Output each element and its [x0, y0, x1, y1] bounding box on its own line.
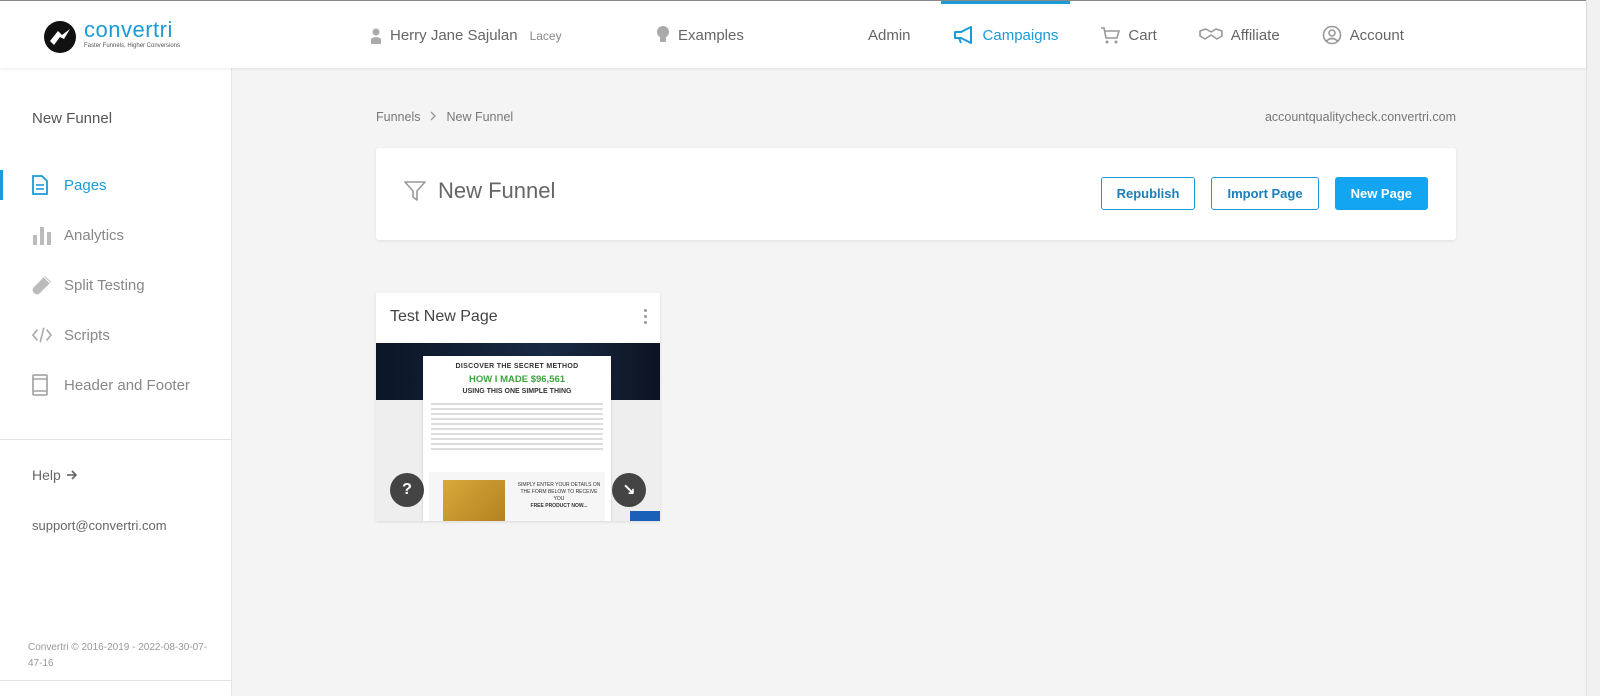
- funnel-title: New Funnel: [404, 178, 555, 204]
- nav-cart-label: Cart: [1128, 26, 1157, 44]
- nav-user[interactable]: Herry Jane Sajulan Lacey: [370, 27, 562, 44]
- sidebar-item-analytics[interactable]: Analytics: [0, 210, 232, 260]
- breadcrumb-root[interactable]: Funnels: [376, 110, 420, 124]
- funnel-header-card: New Funnel Republish Import Page New Pag…: [376, 148, 1456, 240]
- nav-account[interactable]: Account: [1322, 1, 1404, 69]
- brand-logo[interactable]: convertri Faster Funnels, Higher Convers…: [44, 19, 180, 53]
- sidebar-item-scripts[interactable]: Scripts: [0, 310, 232, 360]
- nav-campaigns[interactable]: Campaigns: [940, 1, 1071, 69]
- sidebar-item-label: Analytics: [64, 226, 125, 244]
- brand-name: convertri: [84, 17, 173, 42]
- megaphone-icon: [953, 26, 975, 44]
- sidebar: New Funnel Pages Analytics Split Testing…: [0, 68, 232, 696]
- thumbnail-badge: [630, 511, 660, 521]
- support-email[interactable]: support@convertri.com: [32, 518, 167, 533]
- breadcrumb-current: New Funnel: [446, 110, 514, 124]
- open-page-icon[interactable]: ↘: [612, 473, 646, 507]
- sidebar-item-label: Pages: [64, 176, 107, 194]
- preview-box-bold: FREE PRODUCT NOW...: [530, 503, 588, 509]
- new-page-button[interactable]: New Page: [1334, 177, 1428, 210]
- nav-account-label: Account: [1349, 26, 1404, 44]
- breadcrumb: Funnels New Funnel: [376, 110, 513, 124]
- preview-heading2: HOW I MADE $96,561: [468, 374, 566, 385]
- sidebar-item-label: Split Testing: [64, 276, 145, 294]
- chevron-right-icon: [430, 110, 437, 124]
- nav-affiliate[interactable]: Affiliate: [1198, 1, 1280, 69]
- preview-heading1: DISCOVER THE SECRET METHOD: [455, 363, 579, 370]
- import-page-button[interactable]: Import Page: [1211, 177, 1319, 210]
- funnel-title-text: New Funnel: [438, 178, 556, 203]
- nav-admin[interactable]: Admin: [868, 1, 911, 69]
- page-card-title[interactable]: Test New Page: [390, 308, 498, 326]
- page-card[interactable]: Test New Page DISCOVER THE SECRET METHOD…: [376, 293, 660, 521]
- scrollbar[interactable]: [1586, 0, 1600, 696]
- nav-examples[interactable]: Examples: [656, 26, 744, 44]
- bar-chart-icon: [32, 225, 52, 245]
- funnel-icon: [404, 180, 426, 202]
- sidebar-item-split-testing[interactable]: Split Testing: [0, 260, 232, 310]
- help-link[interactable]: Help: [32, 467, 78, 483]
- layout-icon: [32, 374, 52, 396]
- user-icon: [370, 28, 382, 44]
- preview-book-image: [443, 480, 505, 521]
- examples-label: Examples: [678, 26, 744, 44]
- help-circle-icon[interactable]: ?: [390, 473, 424, 507]
- sidebar-item-header-footer[interactable]: Header and Footer: [0, 360, 232, 410]
- user-sub: Lacey: [529, 28, 562, 43]
- preview-heading3: USING THIS ONE SIMPLE THING: [462, 388, 572, 395]
- nav-cart[interactable]: Cart: [1100, 1, 1157, 69]
- nav-campaigns-label: Campaigns: [982, 26, 1059, 44]
- arrow-right-icon: [66, 470, 78, 480]
- user-name: Herry Jane Sajulan: [390, 27, 518, 44]
- kebab-menu-icon[interactable]: [642, 309, 648, 327]
- sidebar-bottom-divider: [0, 680, 232, 681]
- nav-admin-label: Admin: [868, 26, 911, 44]
- sidebar-item-pages[interactable]: Pages: [0, 160, 232, 210]
- preview-optin-box: SIMPLY ENTER YOUR DETAILS ON THE FORM BE…: [429, 472, 605, 521]
- brand-tagline: Faster Funnels, Higher Conversions: [84, 43, 181, 49]
- nav-affiliate-label: Affiliate: [1230, 26, 1280, 44]
- handshake-icon: [1198, 27, 1223, 43]
- user-circle-icon: [1322, 25, 1342, 45]
- preview-body-lines: [423, 403, 611, 450]
- republish-button[interactable]: Republish: [1100, 177, 1196, 210]
- sidebar-item-label: Header and Footer: [64, 376, 190, 394]
- logo-mark-icon: [44, 21, 76, 53]
- page-icon: [32, 175, 52, 195]
- top-navbar: convertri Faster Funnels, Higher Convers…: [0, 0, 1586, 68]
- sidebar-item-label: Scripts: [64, 326, 110, 344]
- cart-icon: [1100, 26, 1121, 44]
- help-label: Help: [32, 467, 61, 483]
- funnel-domain[interactable]: accountqualitycheck.convertri.com: [1150, 110, 1456, 124]
- thumbnail-document: DISCOVER THE SECRET METHOD HOW I MADE $9…: [423, 356, 611, 521]
- copyright: Convertri © 2016-2019 - 2022-08-30-07-47…: [28, 642, 208, 669]
- lightbulb-icon: [656, 26, 670, 44]
- code-icon: [32, 326, 52, 344]
- page-thumbnail[interactable]: DISCOVER THE SECRET METHOD HOW I MADE $9…: [376, 343, 660, 521]
- sidebar-divider: [0, 439, 232, 440]
- test-tube-icon: [32, 275, 52, 295]
- preview-box-text: SIMPLY ENTER YOUR DETAILS ON THE FORM BE…: [517, 482, 601, 502]
- sidebar-title: New Funnel: [32, 110, 113, 127]
